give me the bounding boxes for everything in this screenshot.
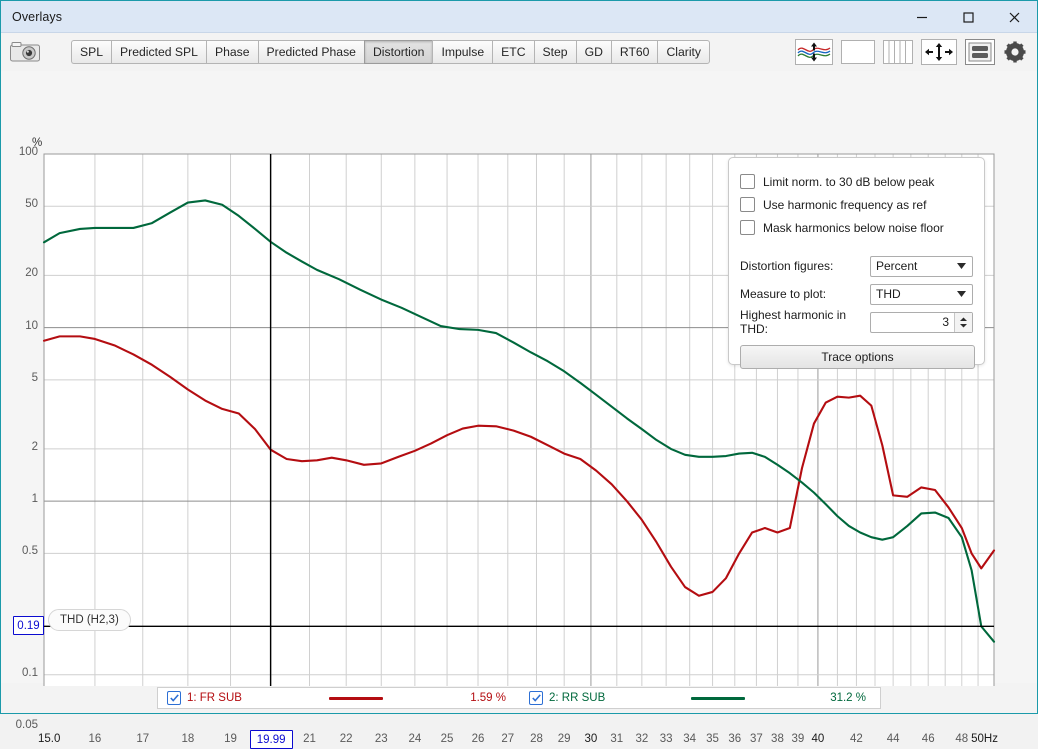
legend-bar: 1: FR SUB 1.59 % 2: RR SUB 31.2 % bbox=[1, 683, 1037, 713]
close-button[interactable] bbox=[991, 1, 1037, 32]
minimize-icon bbox=[917, 16, 927, 18]
title-bar: Overlays bbox=[1, 1, 1037, 33]
minimize-button[interactable] bbox=[899, 1, 945, 32]
legend-label-1: 1: FR SUB bbox=[187, 692, 242, 704]
tab-rt60[interactable]: RT60 bbox=[610, 40, 658, 64]
highest-harmonic-stepper[interactable]: 3 bbox=[870, 311, 973, 333]
y-cursor-readout[interactable]: 0.19 bbox=[13, 616, 44, 636]
tab-predicted-phase[interactable]: Predicted Phase bbox=[257, 40, 364, 64]
y-axis-tick-label: 0.1 bbox=[22, 666, 38, 679]
camera-icon[interactable] bbox=[9, 39, 41, 65]
legend-color-swatch-2 bbox=[690, 696, 745, 700]
waveform-offset-button[interactable] bbox=[795, 39, 833, 65]
checkbox-row-harmonic-ref[interactable]: Use harmonic frequency as ref bbox=[740, 193, 973, 216]
distortion-settings-panel: Limit norm. to 30 dB below peak Use harm… bbox=[728, 157, 985, 369]
legend-checkbox-2[interactable] bbox=[529, 691, 543, 705]
tab-predicted-spl[interactable]: Predicted SPL bbox=[111, 40, 206, 64]
checkbox-row-mask-harmonics[interactable]: Mask harmonics below noise floor bbox=[740, 216, 973, 239]
distortion-figures-select[interactable]: Percent bbox=[870, 255, 973, 277]
settings-gear-button[interactable] bbox=[1003, 40, 1027, 64]
legend-checkbox-1[interactable] bbox=[167, 691, 181, 705]
mask-harmonics-checkbox[interactable] bbox=[740, 220, 755, 235]
tab-clarity[interactable]: Clarity bbox=[657, 40, 711, 64]
tab-impulse[interactable]: Impulse bbox=[432, 40, 493, 64]
field-row-measure-to-plot: Measure to plot: THD bbox=[740, 281, 973, 307]
y-axis-tick-label: 2 bbox=[31, 440, 38, 453]
y-axis-tick-label: 0.5 bbox=[22, 545, 38, 558]
y-axis-tick-label: 10 bbox=[25, 319, 38, 332]
maximize-icon bbox=[963, 11, 974, 23]
fit-to-window-button[interactable] bbox=[921, 39, 957, 65]
trace-options-button[interactable]: Trace options bbox=[740, 345, 975, 369]
legend-value-2: 31.2 % bbox=[830, 692, 866, 704]
chevron-down-icon bbox=[957, 263, 966, 269]
blank-panel-icon bbox=[843, 42, 873, 62]
y-axis-tick-label: 20 bbox=[25, 267, 38, 280]
highest-harmonic-label: Highest harmonic in THD: bbox=[740, 308, 847, 336]
harmonic-ref-checkbox[interactable] bbox=[740, 197, 755, 212]
tab-etc[interactable]: ETC bbox=[492, 40, 534, 64]
fit-to-window-icon bbox=[925, 43, 953, 61]
layout-rows-button[interactable] bbox=[965, 39, 995, 65]
measure-badge[interactable]: THD (H2,3) bbox=[48, 609, 131, 631]
stepper-arrows-icon bbox=[960, 317, 967, 327]
y-axis-unit: % bbox=[32, 137, 43, 149]
maximize-button[interactable] bbox=[945, 1, 991, 32]
close-icon bbox=[1009, 12, 1020, 22]
legend-label-2: 2: RR SUB bbox=[549, 692, 606, 704]
layout-rows-icon bbox=[968, 42, 992, 62]
measure-to-plot-label: Measure to plot: bbox=[740, 287, 827, 301]
tab-phase[interactable]: Phase bbox=[205, 40, 258, 64]
checkbox-row-limit-norm[interactable]: Limit norm. to 30 dB below peak bbox=[740, 170, 973, 193]
stepper-buttons[interactable] bbox=[954, 312, 972, 332]
field-row-distortion-figures: Distortion figures: Percent bbox=[740, 253, 973, 279]
waveform-offset-icon bbox=[797, 42, 831, 62]
limit-norm-checkbox[interactable] bbox=[740, 174, 755, 189]
legend-color-swatch-1 bbox=[329, 696, 384, 700]
toolbar: SPL Predicted SPL Phase Predicted Phase … bbox=[1, 33, 1037, 71]
mask-harmonics-label: Mask harmonics below noise floor bbox=[763, 220, 944, 235]
tab-spl[interactable]: SPL bbox=[71, 40, 112, 64]
legend-item-2[interactable]: 2: RR SUB 31.2 % bbox=[520, 688, 880, 708]
distortion-figures-value: Percent bbox=[876, 259, 918, 273]
legend-value-1: 1.59 % bbox=[470, 692, 506, 704]
window-title: Overlays bbox=[12, 9, 63, 24]
y-axis-tick-label: 1 bbox=[31, 493, 38, 506]
toolbar-right-tools bbox=[795, 39, 1037, 65]
check-icon bbox=[531, 694, 541, 702]
overlays-window: Overlays SPL Predicted SPL Phase Predict… bbox=[0, 0, 1038, 749]
x-axis-tick-label: 50Hz bbox=[971, 733, 998, 745]
y-axis-tick-label: 0.05 bbox=[15, 719, 38, 731]
view-tabs: SPL Predicted SPL Phase Predicted Phase … bbox=[71, 40, 711, 64]
gear-icon bbox=[1004, 41, 1026, 63]
blank-panel-button[interactable] bbox=[841, 40, 875, 64]
y-axis-tick-label: 5 bbox=[31, 371, 38, 384]
harmonic-ref-label: Use harmonic frequency as ref bbox=[763, 197, 927, 212]
x-cursor-readout[interactable]: 19.99 bbox=[249, 730, 293, 749]
distortion-figures-label: Distortion figures: bbox=[740, 259, 834, 273]
legend-panel: 1: FR SUB 1.59 % 2: RR SUB 31.2 % bbox=[157, 687, 881, 709]
measure-to-plot-value: THD bbox=[876, 287, 901, 301]
tab-step[interactable]: Step bbox=[533, 40, 576, 64]
limit-norm-label: Limit norm. to 30 dB below peak bbox=[763, 174, 935, 189]
legend-item-1[interactable]: 1: FR SUB 1.59 % bbox=[158, 688, 520, 708]
y-axis-tick-label: 50 bbox=[25, 198, 38, 211]
highest-harmonic-value: 3 bbox=[942, 315, 949, 329]
distortion-chart[interactable]: 100 50 20 10 5 2 1 0.5 0.1 0.05 15.0 16 17 18 19 21 22 23… bbox=[1, 71, 1037, 749]
tab-gd[interactable]: GD bbox=[575, 40, 611, 64]
field-row-highest-harmonic: Highest harmonic in THD: 3 bbox=[740, 308, 973, 336]
tab-distortion[interactable]: Distortion bbox=[363, 40, 433, 64]
vertical-bars-button[interactable] bbox=[883, 40, 913, 64]
measure-to-plot-select[interactable]: THD bbox=[870, 283, 973, 305]
vertical-bars-icon bbox=[883, 40, 913, 64]
chevron-down-icon bbox=[957, 291, 966, 297]
check-icon bbox=[169, 694, 179, 702]
window-controls bbox=[899, 1, 1037, 32]
